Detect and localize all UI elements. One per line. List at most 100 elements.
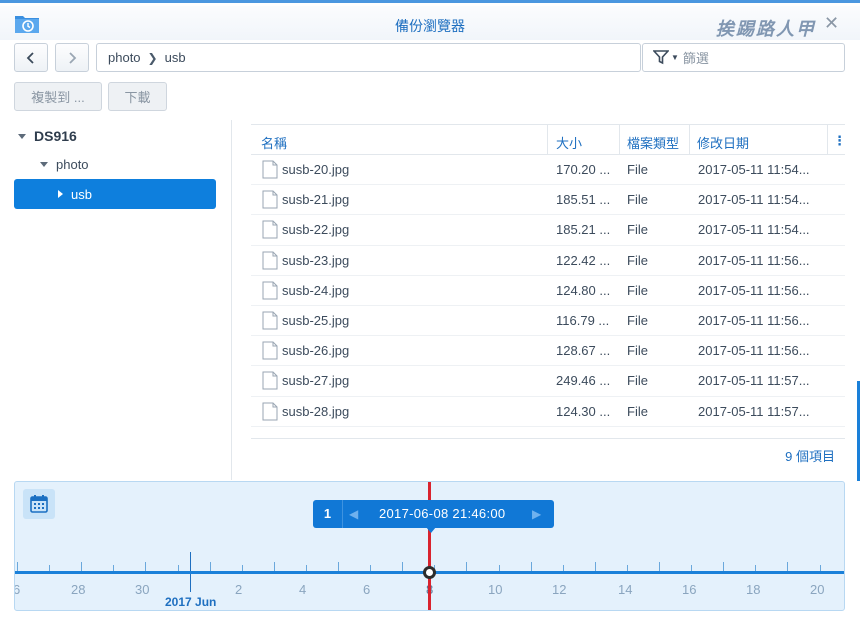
column-divider — [689, 125, 690, 155]
file-name: susb-28.jpg — [282, 403, 350, 419]
timeline-tick — [273, 562, 275, 571]
caret-right-icon[interactable] — [58, 190, 63, 198]
timeline-tick — [81, 562, 83, 571]
next-version-button[interactable]: ▶ — [532, 500, 541, 528]
calendar-icon — [30, 495, 48, 513]
filter-input[interactable]: ▼ 篩選 — [642, 43, 845, 72]
path-segment-photo[interactable]: photo — [108, 50, 141, 65]
version-datetime: 2017-06-08 21:46:00 — [379, 506, 506, 521]
timeline-month-label: 2017 Jun — [165, 595, 217, 609]
file-size: 249.46 ... — [556, 373, 611, 389]
file-modified: 2017-05-11 11:54... — [698, 192, 810, 208]
file-type: File — [627, 343, 648, 359]
caret-down-icon[interactable] — [40, 162, 48, 167]
file-type: File — [627, 162, 648, 177]
file-modified: 2017-05-11 11:56... — [698, 343, 810, 359]
file-modified: 2017-05-11 11:54... — [698, 162, 810, 177]
timeline-tick-label: 30 — [135, 582, 150, 597]
timeline-tick — [402, 562, 404, 571]
file-icon — [262, 251, 278, 270]
dropdown-caret-icon: ▼ — [671, 53, 679, 62]
filter-icon[interactable]: ▼ — [653, 50, 679, 65]
tree-node-label: usb — [71, 186, 92, 202]
folder-tree: DS916 photo usb — [0, 120, 232, 480]
download-button[interactable]: 下載 — [108, 82, 167, 111]
timeline-tick-label: 2 — [235, 582, 243, 597]
column-menu-icon[interactable]: ⋮ — [833, 133, 846, 149]
file-type: File — [627, 222, 648, 238]
table-row[interactable]: susb-22.jpg 185.21 ... File 2017-05-11 11:5… — [251, 215, 845, 246]
caret-down-icon[interactable] — [18, 133, 26, 139]
file-size: 124.30 ... — [556, 403, 611, 419]
file-type: File — [627, 403, 648, 419]
table-row[interactable]: susb-24.jpg 124.80 ... File 2017-05-11 11:5… — [251, 276, 845, 306]
table-row[interactable]: susb-21.jpg 185.51 ... File 2017-05-11 11:5… — [251, 185, 845, 216]
table-row[interactable]: susb-27.jpg 249.46 ... File 2017-05-11 11:5… — [251, 366, 845, 397]
watermark: 挨踢路人甲 — [716, 19, 816, 40]
filter-placeholder: 篩選 — [682, 51, 709, 66]
copy-to-button[interactable]: 複製到 ... — [14, 82, 102, 111]
table-row[interactable]: susb-23.jpg 122.42 ... File 2017-05-11 11:5… — [251, 246, 845, 276]
file-icon — [262, 371, 278, 390]
file-name: susb-22.jpg — [282, 222, 350, 238]
tree-node-photo[interactable]: photo — [40, 157, 89, 172]
path-bar[interactable]: photo ❯ usb — [96, 43, 641, 72]
file-size: 116.79 ... — [556, 312, 610, 328]
timeline-tick-label: 18 — [746, 582, 761, 597]
file-name: susb-20.jpg — [282, 162, 350, 177]
file-icon — [262, 190, 278, 209]
path-segment-usb[interactable]: usb — [165, 50, 186, 65]
grid-header: 名稱 大小 檔案類型 修改日期 ⋮ — [251, 124, 846, 155]
timeline-tick — [466, 562, 468, 571]
table-row[interactable]: susb-28.jpg 124.30 ... File 2017-05-11 11:5… — [251, 397, 845, 427]
table-row[interactable]: susb-26.jpg 128.67 ... File 2017-05-11 11:5… — [251, 336, 845, 367]
file-type: File — [627, 282, 648, 298]
title-bar: 備份瀏覽器 挨踢路人甲 ✕ — [0, 6, 860, 40]
file-icon — [262, 281, 278, 300]
column-header-size[interactable]: 大小 — [556, 133, 582, 152]
file-size: 128.67 ... — [556, 343, 611, 359]
table-row[interactable]: susb-25.jpg 116.79 ... File 2017-05-11 11:5… — [251, 306, 845, 337]
forward-button[interactable] — [55, 43, 89, 72]
back-button[interactable] — [14, 43, 48, 72]
timeline-tick-label: 6 — [15, 582, 20, 597]
close-button[interactable]: ✕ — [824, 14, 839, 32]
file-size: 122.42 ... — [556, 252, 611, 268]
chevron-left-icon — [26, 51, 34, 64]
file-name: susb-24.jpg — [282, 282, 350, 298]
table-row[interactable]: susb-20.jpg 170.20 ... File 2017-05-11 11:5… — [251, 155, 845, 186]
timeline-tick — [530, 562, 532, 571]
file-modified: 2017-05-11 11:57... — [698, 403, 810, 419]
column-header-type[interactable]: 檔案類型 — [627, 133, 679, 152]
file-name: susb-23.jpg — [282, 252, 350, 268]
previous-version-button[interactable]: ◀ — [349, 500, 358, 528]
timeline[interactable]: 628302468101214161820 2017 Jun 1 ◀ 2017-… — [14, 481, 845, 611]
tree-node-usb[interactable]: usb — [14, 179, 216, 209]
column-header-name[interactable]: 名稱 — [261, 133, 287, 152]
column-divider — [547, 125, 548, 155]
file-icon — [262, 220, 278, 239]
file-icon — [262, 311, 278, 330]
column-divider — [619, 125, 620, 155]
timeline-tick-label: 4 — [299, 582, 307, 597]
backup-explorer-window: 備份瀏覽器 挨踢路人甲 ✕ photo ❯ usb ▼ 篩選 複製到 ... 下… — [0, 0, 860, 625]
grid-body: susb-20.jpg 170.20 ... File 2017-05-11 11:5… — [251, 155, 845, 427]
timeline-tick — [594, 562, 596, 571]
file-name: susb-27.jpg — [282, 373, 350, 389]
timeline-cursor-handle[interactable] — [423, 566, 436, 579]
column-divider — [827, 125, 828, 155]
file-name: susb-21.jpg — [282, 192, 350, 208]
file-icon — [262, 402, 278, 420]
file-size: 185.51 ... — [556, 192, 611, 208]
timeline-tick-label: 14 — [618, 582, 633, 597]
calendar-button[interactable] — [23, 489, 55, 519]
column-header-modified[interactable]: 修改日期 — [697, 133, 749, 152]
file-modified: 2017-05-11 11:57... — [698, 373, 810, 389]
file-name: susb-25.jpg — [282, 312, 350, 328]
file-modified: 2017-05-11 11:56... — [698, 252, 810, 268]
file-type: File — [627, 192, 648, 208]
tree-node-ds916[interactable]: DS916 — [18, 128, 77, 144]
timeline-tick-label: 16 — [682, 582, 697, 597]
timeline-tick-label: 10 — [488, 582, 503, 597]
file-type: File — [627, 373, 648, 389]
